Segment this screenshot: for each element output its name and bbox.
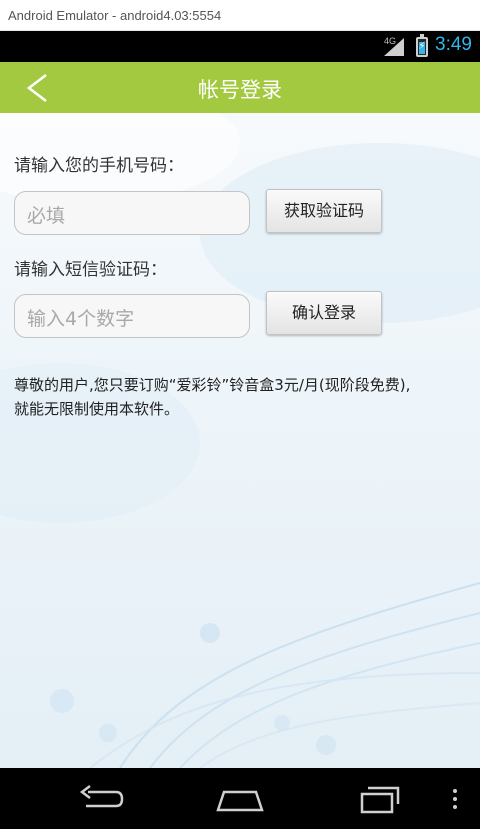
status-bar: 4G ⚡ 3:49 [0, 31, 480, 62]
phone-input[interactable]: 必填 [14, 191, 250, 235]
phone-label: 请输入您的手机号码： [14, 156, 184, 176]
confirm-login-button[interactable]: 确认登录 [266, 291, 382, 335]
recents-icon[interactable] [356, 782, 406, 816]
login-content: 请输入您的手机号码： 必填 获取验证码 请输入短信验证码： 输入4个数字 确认登… [0, 113, 480, 768]
signal-icon [384, 38, 404, 56]
code-input[interactable]: 输入4个数字 [14, 294, 250, 338]
battery-icon: ⚡ [416, 34, 428, 57]
page-title: 帐号登录 [198, 78, 282, 102]
home-icon[interactable] [214, 782, 266, 816]
get-code-button[interactable]: 获取验证码 [266, 189, 382, 233]
app-bar: 帐号登录 [0, 62, 480, 113]
code-label: 请输入短信验证码： [14, 260, 167, 280]
notice-line-2: 就能无限制使用本软件。 [14, 400, 180, 418]
status-clock: 3:49 [435, 34, 472, 55]
notice-line-1: 尊敬的用户,您只要订购“爱彩铃”铃音盒3元/月(现阶段免费), [14, 376, 411, 394]
back-icon[interactable] [76, 782, 126, 816]
navigation-bar [0, 768, 480, 829]
menu-icon[interactable] [448, 782, 462, 816]
emulator-window-title: Android Emulator - android4.03:5554 [0, 0, 480, 31]
subscription-notice: 尊敬的用户,您只要订购“爱彩铃”铃音盒3元/月(现阶段免费), 就能无限制使用本… [14, 373, 474, 421]
